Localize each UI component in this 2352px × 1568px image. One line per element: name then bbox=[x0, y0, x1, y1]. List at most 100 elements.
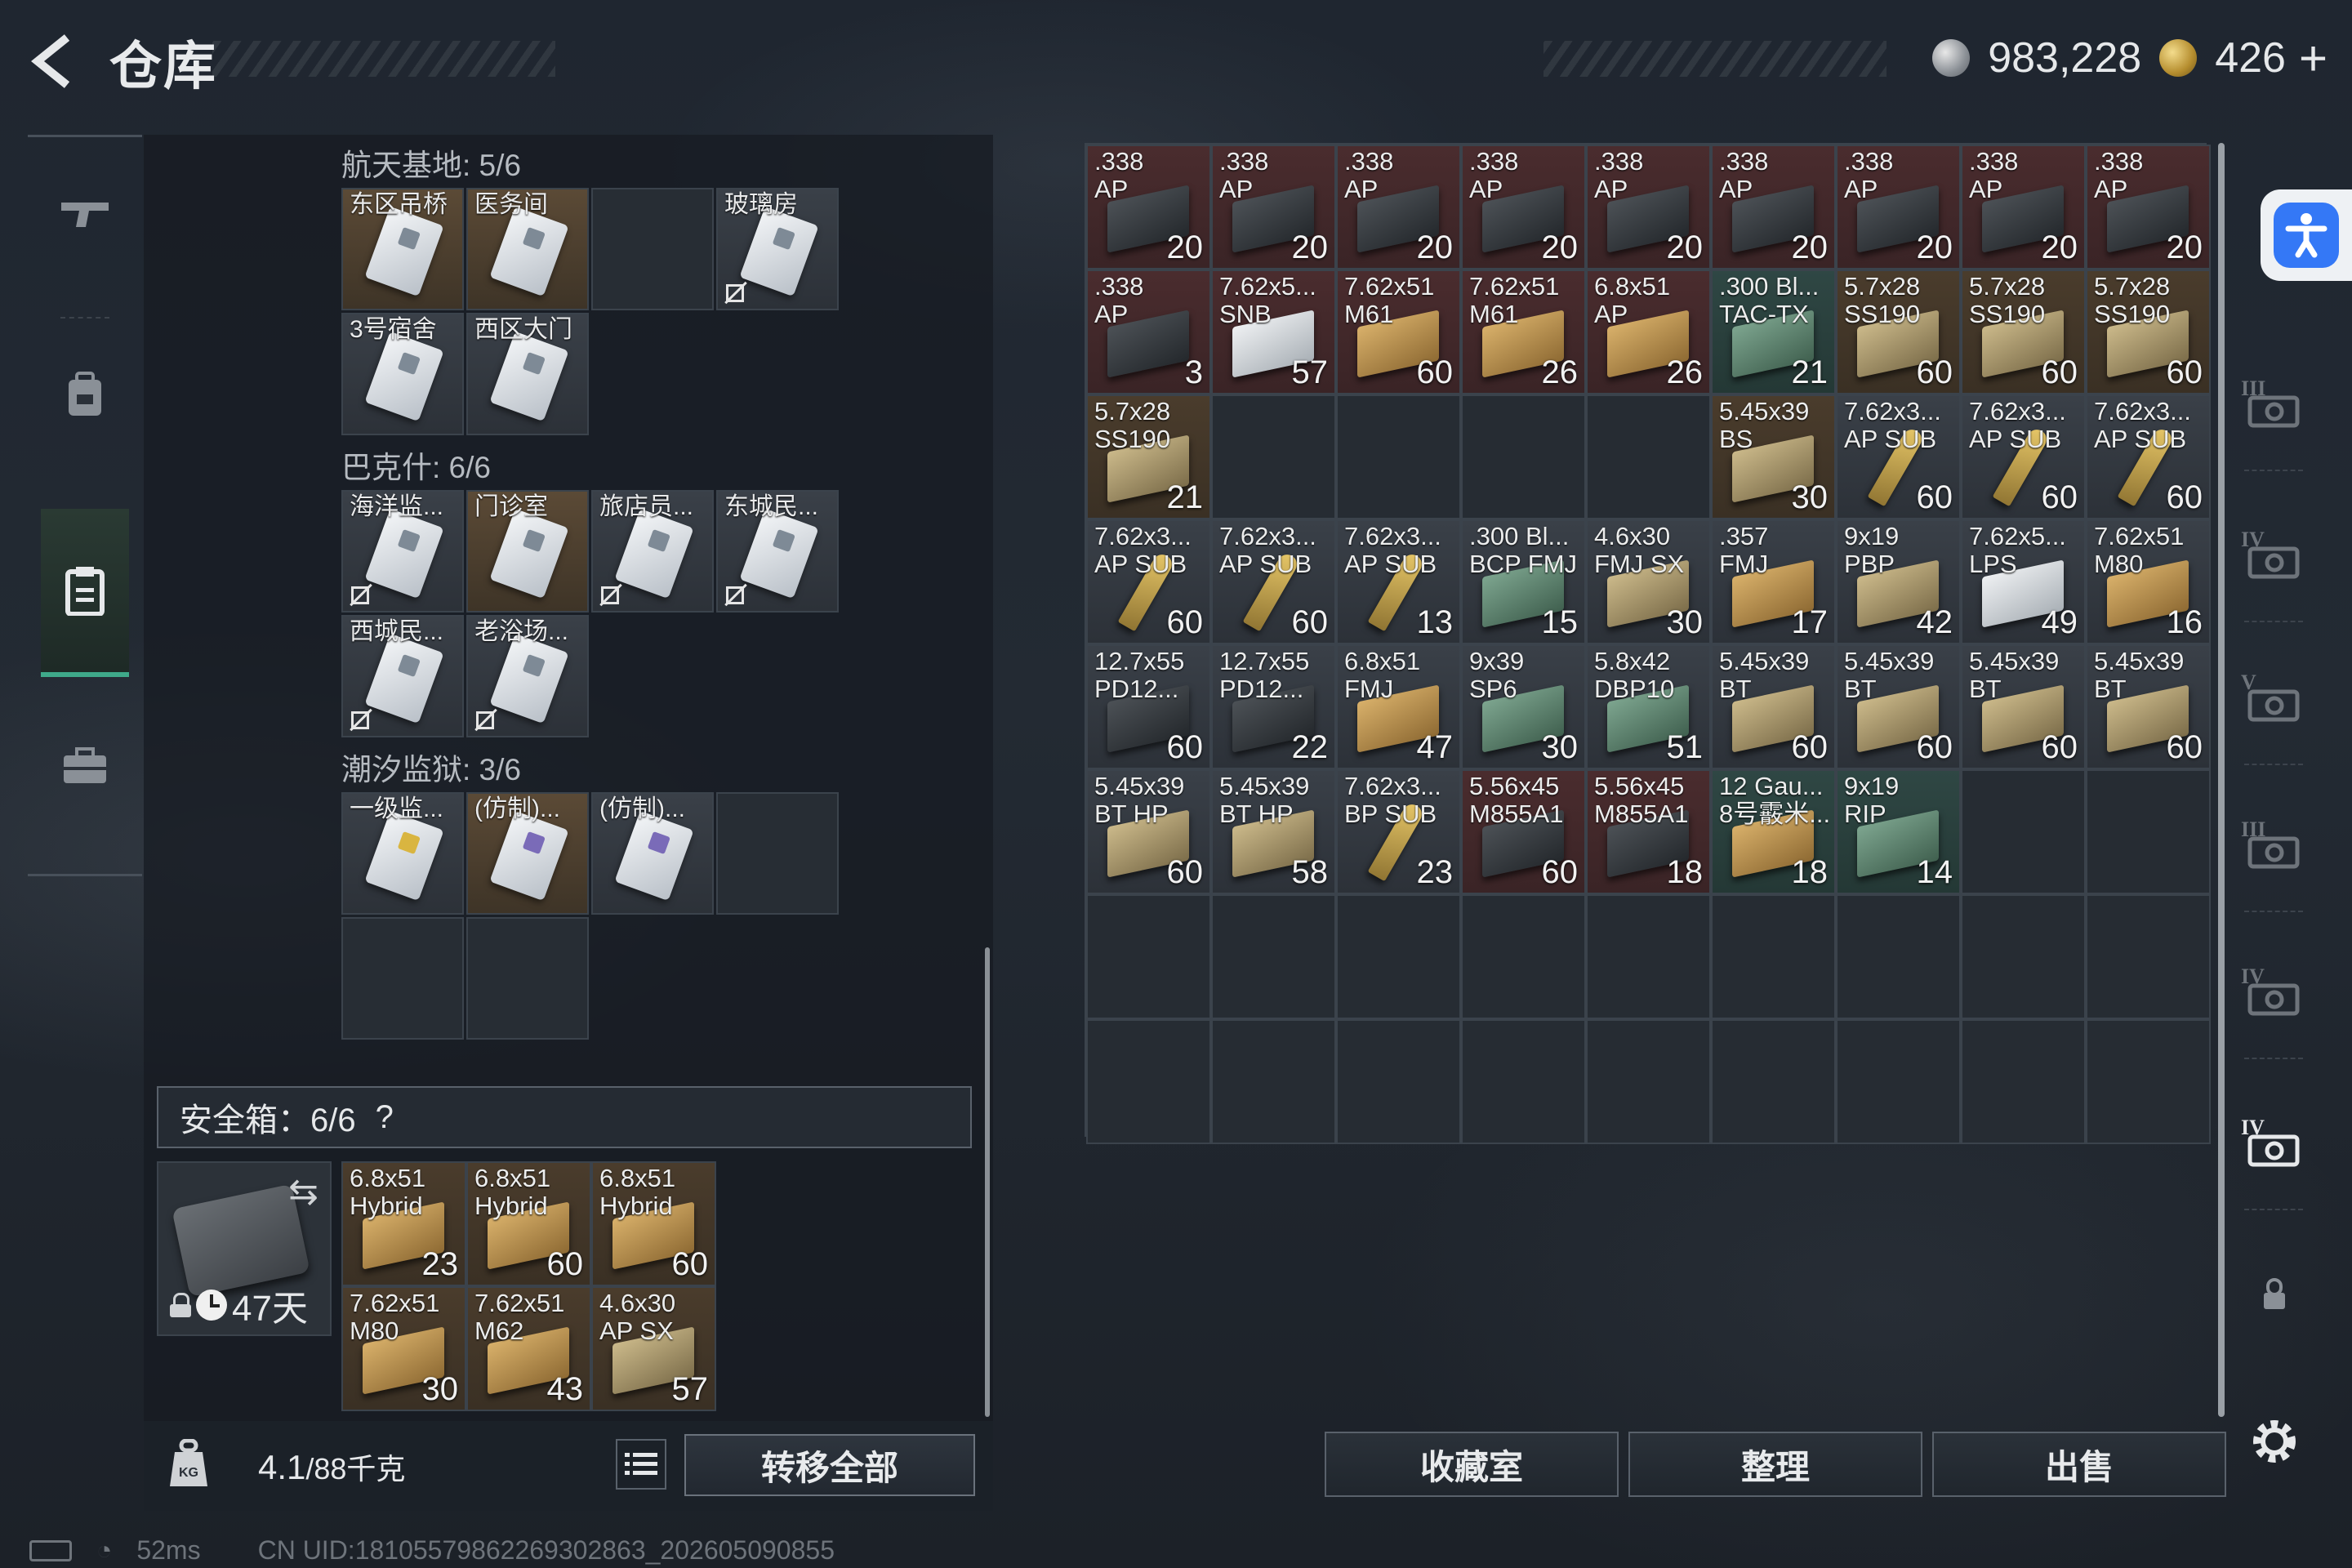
accessibility-button[interactable] bbox=[2261, 189, 2352, 281]
ammo-slot[interactable]: 12 Gau... 8号霰米... 18 bbox=[1711, 769, 1836, 894]
ammo-slot[interactable]: .338 AP 20 bbox=[1211, 145, 1336, 270]
filter-tier-button[interactable]: III bbox=[2238, 372, 2311, 445]
ammo-slot[interactable]: 5.45x39 BT 60 bbox=[1711, 644, 1836, 769]
ammo-slot[interactable]: .338 AP 20 bbox=[1961, 145, 2086, 270]
keycard-slot[interactable]: 一级监... bbox=[341, 792, 464, 915]
ammo-slot[interactable]: 6.8x51 Hybrid 60 bbox=[466, 1161, 591, 1286]
ammo-slot[interactable]: .300 Bl... TAC-TX 21 bbox=[1711, 270, 1836, 394]
ammo-slot[interactable]: 5.7x28 SS190 60 bbox=[2086, 270, 2211, 394]
ammo-slot[interactable]: 7.62x3... AP SUB 60 bbox=[1086, 519, 1211, 644]
help-button[interactable]: ? bbox=[376, 1099, 394, 1136]
ammo-slot[interactable]: 9x19 PBP 42 bbox=[1836, 519, 1961, 644]
keycard-slot[interactable]: 老浴场... bbox=[466, 615, 589, 737]
keycard-slot[interactable]: 东区吊桥 bbox=[341, 188, 464, 310]
ammo-slot[interactable]: 12.7x55 PD12... 22 bbox=[1211, 644, 1336, 769]
nav-case[interactable] bbox=[28, 701, 142, 831]
ammo-slot[interactable]: 5.7x28 SS190 21 bbox=[1086, 394, 1211, 519]
filter-tier-button[interactable]: IV bbox=[2238, 1111, 2311, 1184]
ammo-slot[interactable]: 5.45x39 BT HP 58 bbox=[1211, 769, 1336, 894]
ammo-caliber: 12 Gau... bbox=[1719, 772, 1824, 800]
group-title-spacebase: 航天基地: 5/6 bbox=[341, 149, 521, 182]
keycard-slot[interactable]: 西城民... bbox=[341, 615, 464, 737]
nav-weapon[interactable] bbox=[28, 137, 142, 292]
ammo-slot[interactable]: .338 AP 20 bbox=[1086, 145, 1211, 270]
empty-slot bbox=[1961, 1019, 2086, 1144]
keycard-slot[interactable]: 3号宿舍 bbox=[341, 313, 464, 435]
ammo-slot[interactable]: 7.62x51 M61 26 bbox=[1461, 270, 1586, 394]
ammo-slot[interactable]: 4.6x30 FMJ SX 30 bbox=[1586, 519, 1711, 644]
safe-case[interactable]: ⇆ 47天 bbox=[157, 1161, 332, 1336]
ammo-slot[interactable]: 6.8x51 FMJ 47 bbox=[1336, 644, 1461, 769]
keycard-slot[interactable]: 海洋监... bbox=[341, 490, 464, 612]
ammo-slot[interactable]: 5.8x42 DBP10 51 bbox=[1586, 644, 1711, 769]
ammo-slot[interactable]: 5.45x39 BT 60 bbox=[1836, 644, 1961, 769]
back-arrow-icon[interactable] bbox=[29, 33, 78, 90]
ammo-slot[interactable]: 7.62x3... AP SUB 60 bbox=[1961, 394, 2086, 519]
swap-icon[interactable]: ⇆ bbox=[288, 1171, 318, 1213]
ammo-slot[interactable]: 7.62x3... AP SUB 60 bbox=[2086, 394, 2211, 519]
ammo-slot[interactable]: .338 AP 20 bbox=[1836, 145, 1961, 270]
ammo-slot[interactable]: .338 AP 20 bbox=[1586, 145, 1711, 270]
ammo-slot[interactable]: 7.62x5... SNB 57 bbox=[1211, 270, 1336, 394]
add-currency-button[interactable]: + bbox=[2299, 30, 2328, 87]
ammo-slot[interactable]: 7.62x51 M80 16 bbox=[2086, 519, 2211, 644]
ammo-type: RIP bbox=[1844, 800, 1886, 828]
ammo-slot[interactable]: 7.62x3... AP SUB 60 bbox=[1211, 519, 1336, 644]
ammo-type: AP bbox=[1844, 175, 1878, 203]
ammo-slot[interactable]: .300 Bl... BCP FMJ 15 bbox=[1461, 519, 1586, 644]
keycard-slot[interactable]: 玻璃房 bbox=[716, 188, 839, 310]
keycard-slot[interactable]: 门诊室 bbox=[466, 490, 589, 612]
ammo-slot[interactable]: 5.56x45 M855A1 60 bbox=[1461, 769, 1586, 894]
ammo-slot[interactable]: 7.62x3... AP SUB 60 bbox=[1836, 394, 1961, 519]
panel-scrollbar[interactable] bbox=[985, 947, 990, 1417]
keycard-slot[interactable]: (仿制)... bbox=[466, 792, 589, 915]
ammo-slot[interactable]: 7.62x51 M80 30 bbox=[341, 1286, 466, 1411]
transfer-all-button[interactable]: 转移全部 bbox=[684, 1434, 975, 1496]
keycard-slot[interactable]: 西区大门 bbox=[466, 313, 589, 435]
ammo-slot[interactable]: 6.8x51 AP 26 bbox=[1586, 270, 1711, 394]
collection-room-button[interactable]: 收藏室 bbox=[1325, 1432, 1619, 1497]
ammo-slot[interactable]: 6.8x51 Hybrid 23 bbox=[341, 1161, 466, 1286]
ammo-count: 60 bbox=[1916, 354, 1953, 390]
list-view-button[interactable] bbox=[616, 1439, 666, 1490]
keycard-slot[interactable]: 旅店员... bbox=[591, 490, 714, 612]
nav-stash[interactable] bbox=[41, 509, 129, 677]
ammo-slot[interactable]: 5.7x28 SS190 60 bbox=[1961, 270, 2086, 394]
keycard-slot[interactable]: 东城民... bbox=[716, 490, 839, 612]
ammo-slot[interactable]: .338 AP 3 bbox=[1086, 270, 1211, 394]
ammo-slot[interactable]: 5.7x28 SS190 60 bbox=[1836, 270, 1961, 394]
ammo-slot[interactable]: 6.8x51 Hybrid 60 bbox=[591, 1161, 716, 1286]
filter-tier-button[interactable]: V bbox=[2238, 666, 2311, 739]
ammo-slot[interactable]: .338 AP 20 bbox=[1711, 145, 1836, 270]
stash-scrollbar[interactable] bbox=[2218, 143, 2225, 1417]
empty-slot bbox=[1086, 894, 1211, 1019]
ammo-slot[interactable]: 5.45x39 BS 30 bbox=[1711, 394, 1836, 519]
ammo-slot[interactable]: 7.62x51 M61 60 bbox=[1336, 270, 1461, 394]
ammo-slot[interactable]: .338 AP 20 bbox=[2086, 145, 2211, 270]
ammo-slot[interactable]: 9x19 RIP 14 bbox=[1836, 769, 1961, 894]
ammo-slot[interactable]: .338 AP 20 bbox=[1336, 145, 1461, 270]
keycard-slot[interactable]: (仿制)... bbox=[591, 792, 714, 915]
ammo-slot[interactable]: 12.7x55 PD12... 60 bbox=[1086, 644, 1211, 769]
ammo-slot[interactable]: 5.45x39 BT 60 bbox=[1961, 644, 2086, 769]
ammo-slot[interactable]: 9x39 SP6 30 bbox=[1461, 644, 1586, 769]
ammo-slot[interactable]: 7.62x3... BP SUB 23 bbox=[1336, 769, 1461, 894]
lock-filter-button[interactable] bbox=[2238, 1258, 2311, 1331]
filter-tier-button[interactable]: IV bbox=[2238, 960, 2311, 1033]
ammo-slot[interactable]: 7.62x3... AP SUB 13 bbox=[1336, 519, 1461, 644]
ammo-slot[interactable]: 5.56x45 M855A1 18 bbox=[1586, 769, 1711, 894]
settings-button[interactable] bbox=[2238, 1405, 2311, 1478]
nav-equipment[interactable] bbox=[28, 333, 142, 456]
filter-tier-button[interactable]: III bbox=[2238, 813, 2311, 886]
ammo-slot[interactable]: 5.45x39 BT 60 bbox=[2086, 644, 2211, 769]
ammo-slot[interactable]: .357 FMJ 17 bbox=[1711, 519, 1836, 644]
ammo-slot[interactable]: 7.62x51 M62 43 bbox=[466, 1286, 591, 1411]
sell-button[interactable]: 出售 bbox=[1932, 1432, 2226, 1497]
ammo-slot[interactable]: 7.62x5... LPS 49 bbox=[1961, 519, 2086, 644]
sort-button[interactable]: 整理 bbox=[1628, 1432, 1922, 1497]
filter-tier-button[interactable]: IV bbox=[2238, 523, 2311, 596]
ammo-slot[interactable]: 5.45x39 BT HP 60 bbox=[1086, 769, 1211, 894]
ammo-slot[interactable]: 4.6x30 AP SX 57 bbox=[591, 1286, 716, 1411]
ammo-slot[interactable]: .338 AP 20 bbox=[1461, 145, 1586, 270]
keycard-slot[interactable]: 医务间 bbox=[466, 188, 589, 310]
